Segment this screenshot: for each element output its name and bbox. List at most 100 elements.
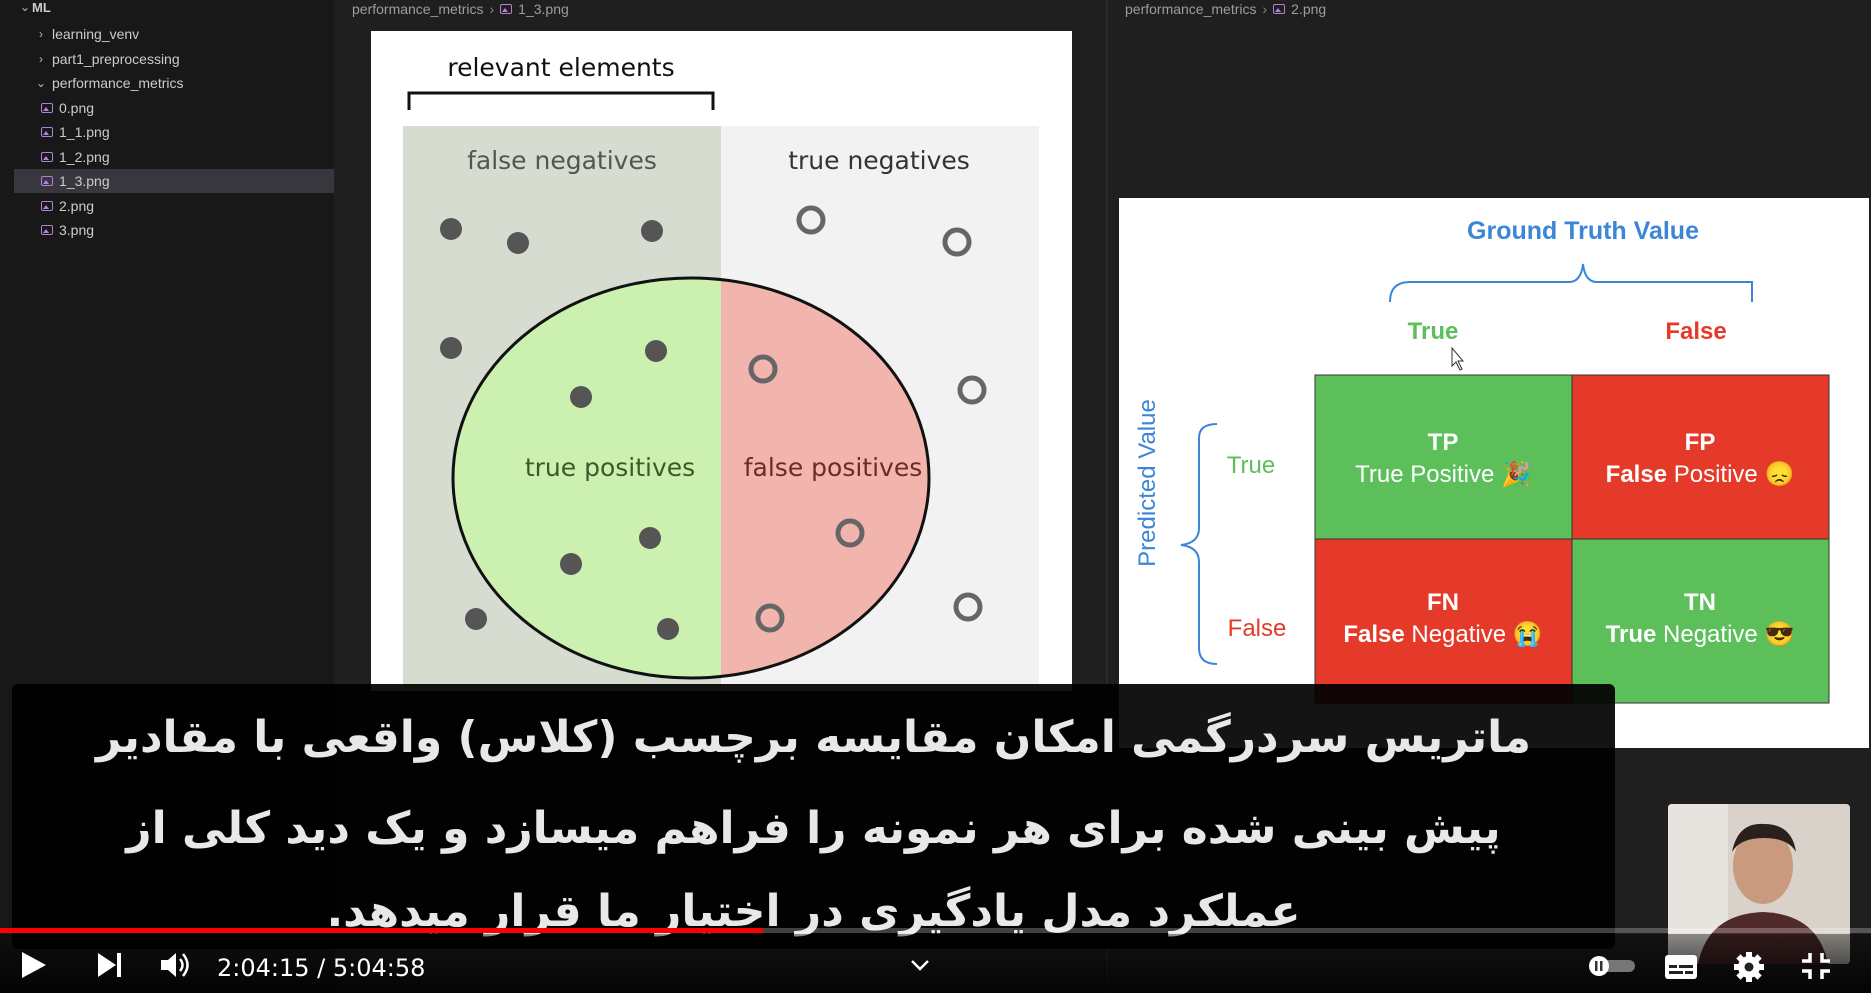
explorer-item[interactable]: 3.png xyxy=(14,218,334,242)
chevron-right-icon: › xyxy=(1262,1,1268,17)
column-false-label: False xyxy=(1665,318,1726,345)
image-file-icon xyxy=(41,201,53,211)
fp-word-a: False xyxy=(1606,461,1667,488)
false-positives-label: false positives xyxy=(744,453,923,482)
column-true-label: True xyxy=(1408,318,1459,345)
relevant-dot xyxy=(465,608,487,630)
tp-cell xyxy=(1314,374,1573,540)
breadcrumb-file[interactable]: 1_3.png xyxy=(518,1,569,17)
tp-word-a: True xyxy=(1355,461,1403,488)
time-display: 2:04:15 / 5:04:58 xyxy=(217,954,426,982)
chevron-down-icon xyxy=(911,960,929,971)
subtitles-icon xyxy=(1665,955,1697,979)
explorer-item[interactable]: 1_2.png xyxy=(14,145,334,169)
autoplay-toggle-icon xyxy=(1589,956,1635,976)
relevant-elements-title: relevant elements xyxy=(447,53,674,82)
chevron-down-button[interactable] xyxy=(910,958,930,976)
image-file-icon xyxy=(1273,4,1286,14)
svg-text:True Negative 😎: True Negative 😎 xyxy=(1606,621,1795,648)
chevron-down-icon: ⌄ xyxy=(35,76,47,90)
settings-button[interactable] xyxy=(1733,951,1765,988)
subtitle-box: ماتریس سردرگمی امکان مقایسه برچسب (کلاس)… xyxy=(12,684,1615,949)
player-controls: 2:04:15 / 5:04:58 xyxy=(0,934,1871,993)
svg-text:True Positive 🎉: True Positive 🎉 xyxy=(1355,460,1531,488)
image-file-icon xyxy=(500,4,513,14)
tp-word-b: Positive xyxy=(1410,461,1494,488)
explorer-item-label: 1_1.png xyxy=(59,124,110,140)
volume-button[interactable] xyxy=(160,951,192,984)
relevant-dot xyxy=(440,218,462,240)
sunglasses-emoji-icon: 😎 xyxy=(1764,621,1794,648)
explorer-item-label: learning_venv xyxy=(52,26,140,42)
relevant-dot xyxy=(657,618,679,640)
svg-text:False Positive 😞: False Positive 😞 xyxy=(1606,461,1795,488)
chevron-right-icon: › xyxy=(39,52,43,66)
confusion-matrix-figure: Ground Truth Value True False Predicted … xyxy=(1119,198,1869,748)
explorer-item-label: performance_metrics xyxy=(52,75,184,91)
image-file-icon xyxy=(41,103,53,113)
explorer-item[interactable]: › learning_venv xyxy=(14,22,334,46)
relevant-dot xyxy=(639,527,661,549)
subtitles-button[interactable] xyxy=(1664,954,1698,985)
progress-bar[interactable] xyxy=(0,928,1871,933)
exit-fullscreen-button[interactable] xyxy=(1800,951,1832,986)
party-emoji-icon: 🎉 xyxy=(1501,460,1531,488)
fp-abbr: FP xyxy=(1685,429,1716,456)
subtitle-line-3: عملکرد مدل یادگیری در اختیار ما قرار مید… xyxy=(326,886,1301,937)
sad-emoji-icon: 😞 xyxy=(1764,461,1794,488)
precision-recall-diagram: relevant elements false negatives true n… xyxy=(403,53,1039,691)
relevant-dot xyxy=(645,340,667,362)
next-button[interactable] xyxy=(96,952,124,983)
explorer-item[interactable]: 0.png xyxy=(14,96,334,120)
fp-word-b: Positive xyxy=(1674,461,1758,488)
image-file-icon xyxy=(41,176,53,186)
image-file-icon xyxy=(41,152,53,162)
breadcrumb-folder[interactable]: performance_metrics xyxy=(352,1,484,17)
explorer-item-label: 1_2.png xyxy=(59,149,110,165)
explorer-item[interactable]: 1_1.png xyxy=(14,120,334,144)
tn-abbr: TN xyxy=(1684,589,1716,616)
chevron-right-icon: › xyxy=(489,1,495,17)
explorer-item[interactable]: 2.png xyxy=(14,194,334,218)
explorer-item-label: 1_3.png xyxy=(59,173,110,189)
ground-truth-label: Ground Truth Value xyxy=(1467,217,1699,245)
relevant-bracket xyxy=(407,91,715,110)
explorer-root-ml[interactable]: ⌄ ML xyxy=(18,0,334,19)
chevron-down-icon: ⌄ xyxy=(19,0,31,14)
fn-abbr: FN xyxy=(1427,589,1459,616)
relevant-dot xyxy=(570,386,592,408)
predicted-value-label: Predicted Value xyxy=(1134,399,1161,567)
progress-played xyxy=(0,928,764,933)
tn-word-a: True xyxy=(1606,621,1657,648)
svg-text:False Negative 😭: False Negative 😭 xyxy=(1343,621,1542,648)
relevant-dot xyxy=(440,337,462,359)
relevant-dot xyxy=(560,553,582,575)
settings-icon xyxy=(1734,952,1764,982)
explorer-item[interactable]: 1_3.png xyxy=(14,169,334,193)
explorer-item[interactable]: ⌄ performance_metrics xyxy=(14,71,334,95)
explorer-item[interactable]: › part1_preprocessing xyxy=(14,47,334,71)
play-button[interactable] xyxy=(18,950,48,985)
subtitle-line-2: پیش بینی شده برای هر نمونه را فراهم میسا… xyxy=(126,803,1501,854)
autoplay-toggle[interactable] xyxy=(1585,954,1637,983)
explorer-item-label: 2.png xyxy=(59,198,95,214)
volume-icon xyxy=(161,953,189,977)
breadcrumb-file[interactable]: 2.png xyxy=(1291,1,1326,17)
breadcrumb-folder[interactable]: performance_metrics xyxy=(1125,1,1257,17)
ground-truth-brace xyxy=(1389,263,1753,303)
mouse-cursor-icon xyxy=(1451,346,1465,371)
image-file-icon xyxy=(41,127,53,137)
crying-emoji-icon: 😭 xyxy=(1513,621,1543,648)
chevron-right-icon: › xyxy=(39,27,43,41)
tn-word-b: Negative xyxy=(1663,621,1758,648)
subtitle-line-1: ماتریس سردرگمی امکان مقایسه برچسب (کلاس)… xyxy=(96,712,1531,763)
row-false-label: False xyxy=(1228,615,1287,642)
breadcrumb: performance_metrics › 1_3.png xyxy=(352,0,569,18)
explorer-item-label: part1_preprocessing xyxy=(52,51,180,67)
relevant-dot xyxy=(641,220,663,242)
true-negatives-label: true negatives xyxy=(788,146,970,175)
play-icon xyxy=(22,952,46,978)
relevant-dot xyxy=(507,232,529,254)
fn-word-b: Negative xyxy=(1411,621,1506,648)
row-true-label: True xyxy=(1227,452,1275,479)
